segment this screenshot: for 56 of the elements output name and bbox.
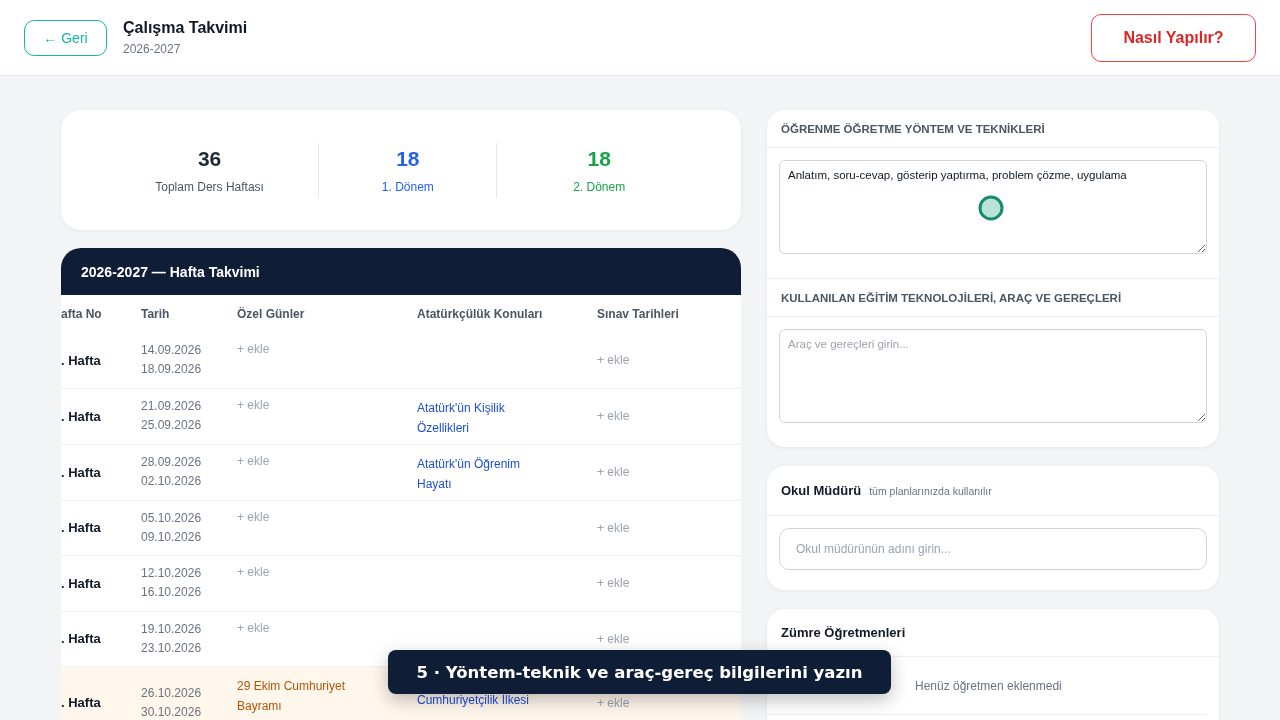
hint-toast: 5 · Yöntem-teknik ve araç-gereç bilgilerini yazın	[388, 650, 891, 694]
add-link[interactable]: + ekle	[237, 453, 270, 468]
week-label: . Hafta	[61, 695, 101, 710]
add-link[interactable]: + ekle	[597, 353, 630, 368]
add-link[interactable]: + ekle	[237, 620, 270, 635]
section-title: Okul Müdürü	[781, 483, 862, 498]
week-label: . Hafta	[61, 464, 101, 480]
date-range: 26.10.2026 30.10.2026	[141, 684, 202, 720]
stat-label: 2. Dönem	[573, 179, 626, 194]
page-title: Çalışma Takvimi	[123, 19, 249, 37]
page-subtitle: 2026-2027	[123, 42, 182, 56]
date-range: 28.09.2026 02.10.2026	[141, 454, 202, 490]
stat-value: 18	[587, 146, 611, 171]
week-label: . Hafta	[61, 352, 101, 368]
click-indicator-icon	[978, 195, 1004, 221]
ataturk-topic[interactable]: Atatürk'ün Öğrenim Hayatı	[417, 453, 547, 494]
add-link[interactable]: + ekle	[237, 509, 270, 524]
stat-value: 36	[197, 146, 222, 171]
section-note: tüm planlarınızda kullanılır	[869, 484, 992, 497]
date-range: 21.09.2026 25.09.2026	[141, 398, 202, 434]
add-link[interactable]: + ekle	[237, 565, 270, 579]
add-link[interactable]: + ekle	[597, 576, 630, 591]
date-range: 12.10.2026 16.10.2026	[141, 565, 202, 602]
add-link[interactable]: + ekle	[597, 465, 630, 479]
add-link[interactable]: + ekle	[597, 695, 630, 710]
stat-label: Toplam Ders Haftası	[155, 179, 264, 194]
principal-name-field[interactable]: Okul müdürünün adını girin...	[779, 528, 1207, 570]
column-header: afta No	[61, 306, 103, 323]
column-header: Sınav Tarihleri	[597, 306, 680, 323]
date-range: 14.09.2026 18.09.2026	[141, 342, 202, 379]
add-link[interactable]: + ekle	[597, 409, 630, 423]
help-button[interactable]: Nasıl Yapılır?	[1091, 13, 1256, 62]
methods-field[interactable]: Anlatım, soru-cevap, gösterip yaptırma, problem çözme, uygulama	[779, 160, 1207, 254]
table-title: 2026-2027 — Hafta Takvimi	[61, 248, 741, 295]
add-link[interactable]: + ekle	[237, 397, 270, 412]
back-button[interactable]: ← Geri	[24, 19, 107, 56]
week-label: . Hafta	[61, 575, 101, 591]
special-day: 29 Ekim Cumhuriyet Bayramı	[237, 676, 367, 716]
date-range: 19.10.2026 23.10.2026	[141, 620, 202, 657]
stat-label: 1. Dönem	[381, 179, 434, 194]
week-label: . Hafta	[61, 631, 101, 647]
section-title: Zümre Öğretmenleri	[781, 625, 906, 640]
add-link[interactable]: + ekle	[597, 520, 630, 535]
stat-value: 18	[396, 146, 420, 171]
column-header: Özel Günler	[237, 306, 306, 323]
section-title: ÖĞRENME ÖĞRETME YÖNTEM VE TEKNİKLERİ	[781, 122, 1045, 135]
section-title: KULLANILAN EĞİTİM TEKNOLOJİLERİ, ARAÇ VE GEREÇLERİ	[781, 291, 1122, 304]
date-range: 05.10.2026 09.10.2026	[141, 509, 202, 546]
materials-field[interactable]: Araç ve gereçleri girin...	[779, 329, 1207, 423]
column-header: Atatürkçülük Konuları	[417, 306, 544, 323]
column-header: Tarih	[141, 306, 171, 323]
add-link[interactable]: + ekle	[237, 342, 270, 356]
week-label: . Hafta	[61, 408, 101, 424]
week-label: . Hafta	[61, 520, 101, 536]
ataturk-topic[interactable]: Atatürk'ün Kişilik Özellikleri	[417, 397, 547, 438]
add-link[interactable]: + ekle	[597, 631, 630, 646]
